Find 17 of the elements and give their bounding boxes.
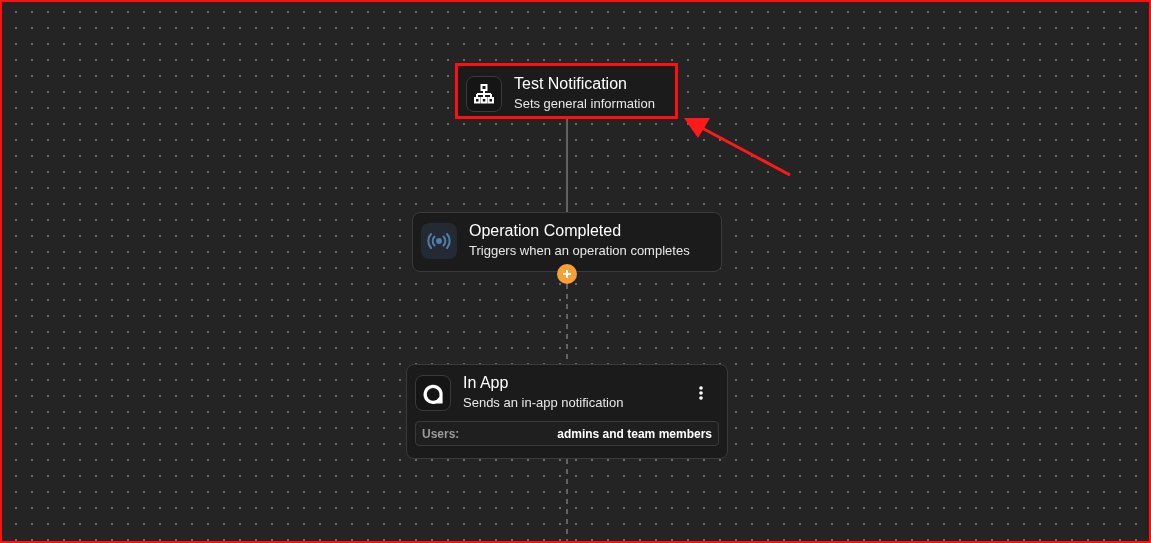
node-title: Test Notification (514, 74, 628, 94)
hierarchy-icon (466, 76, 502, 112)
more-vertical-icon (699, 386, 703, 400)
field-value: admins and team members (557, 425, 712, 443)
node-title: Operation Completed (469, 221, 623, 241)
flow-node[interactable]: Test Notification Sets general information (455, 63, 678, 119)
field-label: Users: (422, 425, 460, 443)
plus-icon (563, 270, 571, 278)
node-subtitle: Sets general information (514, 95, 656, 113)
broadcast-icon (421, 223, 457, 259)
flow-node[interactable]: Operation Completed Triggers when an operation completes (412, 212, 722, 272)
chat-bubble-icon (415, 375, 451, 411)
node-subtitle: Sends an in-app notification (463, 394, 625, 412)
add-step-button[interactable] (557, 264, 577, 284)
node-title: In App (463, 373, 510, 393)
node-subtitle: Triggers when an operation completes (469, 242, 691, 260)
flow-node[interactable]: In App Sends an in-app notification Users: admins and team members (406, 364, 728, 459)
